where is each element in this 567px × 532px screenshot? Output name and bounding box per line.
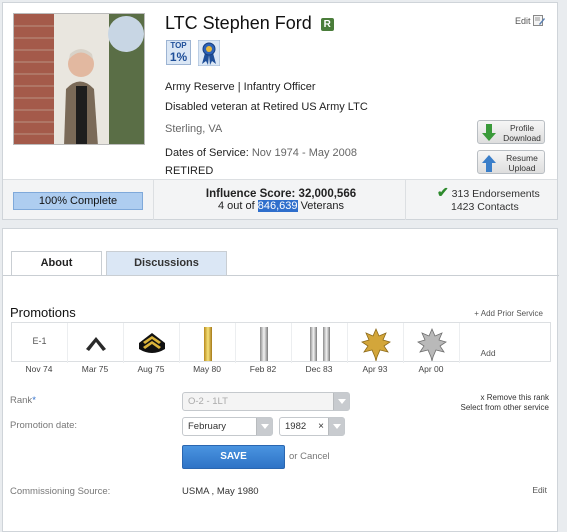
endorsements-count[interactable]: 313 Endorsements (452, 188, 540, 200)
remove-rank-links: x Remove this rank Select from other ser… (461, 393, 549, 413)
required-marker: * (32, 395, 36, 406)
rank-label-text: Rank (10, 395, 33, 406)
rank-select-value: O-2 - 1LT (188, 396, 228, 407)
chevron-down-icon (328, 418, 344, 435)
rank-date: May 80 (193, 364, 221, 374)
retired-status: RETIRED (165, 165, 214, 177)
endorsements-block: ✔ 313 Endorsements 1423 Contacts (437, 184, 540, 214)
edit-icon (533, 15, 545, 26)
private-chevron-icon (85, 337, 106, 351)
location: Sterling, VA (165, 123, 223, 135)
year-select-value: 1982 (285, 421, 307, 432)
resume-upload-label: Resume Upload (506, 153, 538, 173)
cancel-link[interactable]: or Cancel (289, 451, 330, 462)
contacts-count[interactable]: 1423 Contacts (451, 201, 519, 213)
influence-score-label: Influence Score: 32,000,566 (205, 188, 357, 200)
rank-date: Aug 75 (137, 364, 165, 374)
profile-download-label: Profile Download (503, 123, 541, 143)
rank-pv2[interactable] (68, 323, 124, 363)
year-select[interactable]: 1982 × (279, 417, 345, 436)
rank-cpt[interactable] (292, 323, 348, 363)
profile-complete-bar[interactable]: 100% Complete (13, 192, 143, 210)
dates-of-service: Dates of Service: Nov 1974 - May 2008 (165, 147, 357, 159)
tab-discussions[interactable]: Discussions (106, 251, 227, 275)
branch-line: Army Reserve | Infantry Officer (165, 81, 316, 93)
rank-date: Apr 00 (418, 364, 444, 374)
profile-name: LTC Stephen Ford R (165, 13, 334, 34)
divider (405, 180, 406, 220)
profile-card: LTC Stephen Ford R Edit TOP 1% Army Rese… (2, 2, 558, 220)
download-arrow-icon (482, 124, 496, 141)
promotion-date-label: Promotion date: (10, 420, 78, 431)
gold-oak-leaf-icon (360, 327, 391, 361)
reserve-badge: R (320, 18, 334, 31)
clear-icon[interactable]: × (318, 418, 324, 435)
rank-date: Apr 93 (362, 364, 388, 374)
rank-date: Nov 74 (25, 364, 53, 374)
rank-pfc[interactable] (124, 323, 180, 363)
gold-bar-icon (203, 327, 212, 361)
about-panel: About Discussions Promotions + Add Prior… (2, 228, 559, 532)
stats-strip: 100% Complete Influence Score: 32,000,56… (3, 179, 557, 220)
add-prior-service-link[interactable]: + Add Prior Service (474, 309, 543, 318)
edit-profile-link[interactable]: Edit (515, 15, 545, 26)
rank-maj[interactable] (348, 323, 404, 363)
e1-rank-text: E-1 (32, 336, 47, 346)
influence-score: Influence Score: 32,000,566 4 out of 846… (159, 188, 403, 212)
rank-total: 846,639 (257, 200, 298, 212)
double-silver-bar-icon (309, 327, 330, 361)
rank-ltc[interactable] (404, 323, 460, 363)
silver-oak-leaf-icon (416, 327, 447, 361)
rank-date: Mar 75 (81, 364, 109, 374)
remove-rank-link[interactable]: x Remove this rank (461, 393, 549, 403)
award-ribbon-icon[interactable] (198, 40, 220, 66)
rank-date: Dec 83 (305, 364, 333, 374)
profile-download-button[interactable]: Profile Download (477, 120, 545, 144)
rank-select[interactable]: O-2 - 1LT (182, 392, 350, 411)
top-one-percent-badge[interactable]: TOP 1% (166, 40, 191, 65)
rank-timeline: E-1 Add (11, 322, 552, 363)
rank-1lt[interactable] (236, 323, 292, 363)
rank-date: Feb 82 (249, 364, 277, 374)
rank-label: Rank* (10, 395, 36, 406)
promotions-title: Promotions (10, 305, 76, 320)
tab-divider (3, 275, 559, 276)
resume-upload-button[interactable]: Resume Upload (477, 150, 545, 174)
tab-about[interactable]: About (11, 251, 102, 276)
month-select-value: February (188, 421, 227, 432)
profile-name-text: LTC Stephen Ford (165, 13, 312, 33)
commissioning-source-value: USMA , May 1980 (182, 486, 259, 497)
edit-label: Edit (514, 16, 531, 26)
dates-label: Dates of Service: (165, 147, 249, 159)
rank-prefix: 4 out of (217, 200, 255, 212)
chevron-down-icon (333, 393, 349, 410)
rank-suffix: Veterans (300, 200, 344, 212)
save-button[interactable]: SAVE (182, 445, 285, 469)
upload-arrow-icon (482, 155, 496, 172)
profile-photo[interactable] (13, 13, 145, 145)
divider (153, 180, 154, 220)
month-select[interactable]: February (182, 417, 273, 436)
commissioning-edit-link[interactable]: Edit (532, 485, 547, 495)
pfc-chevron-icon (138, 333, 165, 353)
chevron-down-icon (256, 418, 272, 435)
commissioning-source-label: Commissioning Source: (10, 486, 111, 497)
rank-2lt[interactable] (180, 323, 236, 363)
top-badge-line2: 1% (169, 50, 188, 64)
dates-value: Nov 1974 - May 2008 (251, 147, 357, 159)
rank-e1[interactable]: E-1 (12, 323, 68, 363)
veteran-status-line: Disabled veteran at Retired US Army LTC (165, 101, 368, 113)
top-badge-line1: TOP (170, 41, 187, 50)
add-rank-cell[interactable]: Add (460, 323, 552, 363)
select-other-service-link[interactable]: Select from other service (461, 403, 549, 413)
checkmark-icon: ✔ (437, 184, 449, 200)
silver-bar-icon (259, 327, 268, 361)
add-rank-label: Add (480, 348, 496, 358)
